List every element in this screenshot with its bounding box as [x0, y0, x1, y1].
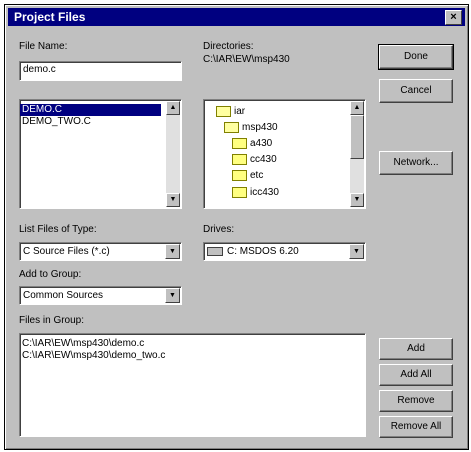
folder-icon: [232, 138, 247, 149]
group-value: Common Sources: [23, 290, 104, 301]
window-title: Project Files: [14, 10, 86, 24]
files-listbox[interactable]: DEMO.C DEMO_TWO.C ▲ ▼: [19, 99, 182, 209]
dir-item-label: iar: [234, 106, 246, 118]
dir-item[interactable]: a430: [232, 138, 272, 149]
dir-item-label: a430: [250, 138, 273, 150]
add-button-label: Add: [407, 343, 425, 354]
add-to-group-label: Add to Group:: [19, 269, 82, 280]
add-to-group-select[interactable]: Common Sources ▼: [19, 286, 182, 305]
remove-all-button[interactable]: Remove All: [379, 416, 453, 438]
open-folder-icon: [224, 122, 239, 133]
dir-item-label: cc430: [250, 154, 277, 166]
network-button-label: Network...: [393, 157, 439, 168]
directory-tree[interactable]: iar msp430 a430 cc430 etc icc430 ▲ ▼: [203, 99, 366, 209]
drives-label: Drives:: [203, 224, 235, 235]
close-button[interactable]: ×: [445, 10, 462, 25]
drive-value: C: MSDOS 6.20: [227, 246, 299, 257]
files-in-group-label: Files in Group:: [19, 315, 85, 326]
group-file-item[interactable]: C:\IAR\EW\msp430\demo.c: [20, 338, 365, 350]
dir-item-label: msp430: [242, 122, 278, 134]
title-bar[interactable]: Project Files ×: [8, 8, 465, 26]
dir-item-label: etc: [250, 170, 264, 182]
add-button[interactable]: Add: [379, 338, 453, 360]
remove-all-button-label: Remove All: [390, 421, 442, 432]
file-type-value: C Source Files (*.c): [23, 246, 110, 257]
dir-item-label: icc430: [250, 187, 279, 199]
done-button-label: Done: [404, 51, 428, 62]
scroll-thumb[interactable]: [350, 115, 364, 159]
directories-label: Directories:: [203, 41, 254, 52]
file-type-select[interactable]: C Source Files (*.c) ▼: [19, 242, 182, 261]
directory-scrollbar[interactable]: ▲ ▼: [350, 101, 364, 207]
file-name-input[interactable]: demo.c: [19, 61, 182, 81]
chevron-down-icon[interactable]: ▼: [165, 244, 180, 259]
scroll-down-arrow-icon[interactable]: ▼: [166, 193, 180, 207]
drives-select[interactable]: C: MSDOS 6.20 ▼: [203, 242, 366, 261]
list-files-type-label: List Files of Type:: [19, 224, 97, 235]
chevron-down-icon[interactable]: ▼: [165, 288, 180, 303]
drive-icon: [207, 246, 223, 256]
chevron-down-icon[interactable]: ▼: [349, 244, 364, 259]
dir-item[interactable]: iar: [216, 106, 245, 117]
cancel-button[interactable]: Cancel: [379, 79, 453, 103]
file-name-value: demo.c: [23, 64, 56, 75]
dir-item[interactable]: icc430: [232, 187, 279, 198]
group-file-item[interactable]: C:\IAR\EW\msp430\demo_two.c: [20, 350, 365, 362]
folder-icon: [232, 187, 247, 198]
dir-item[interactable]: msp430: [224, 122, 278, 133]
add-all-button-label: Add All: [400, 369, 432, 380]
file-list-item[interactable]: DEMO.C: [20, 104, 161, 116]
folder-icon: [232, 154, 247, 165]
dir-item[interactable]: etc: [232, 170, 263, 181]
cancel-button-label: Cancel: [400, 85, 432, 96]
scroll-down-arrow-icon[interactable]: ▼: [350, 193, 364, 207]
add-all-button[interactable]: Add All: [379, 364, 453, 386]
scroll-up-arrow-icon[interactable]: ▲: [166, 101, 180, 115]
file-name-label: File Name:: [19, 41, 68, 52]
project-files-dialog: Project Files × File Name: demo.c Direct…: [4, 4, 469, 450]
remove-button-label: Remove: [397, 395, 435, 406]
drive-value-wrapper: C: MSDOS 6.20: [207, 246, 299, 257]
dir-item[interactable]: cc430: [232, 154, 277, 165]
current-directory-path: C:\IAR\EW\msp430: [203, 54, 290, 65]
remove-button[interactable]: Remove: [379, 390, 453, 412]
files-scrollbar[interactable]: ▲ ▼: [166, 101, 180, 207]
done-button[interactable]: Done: [378, 44, 454, 70]
files-in-group-listbox[interactable]: C:\IAR\EW\msp430\demo.c C:\IAR\EW\msp430…: [19, 333, 366, 437]
open-folder-icon: [216, 106, 231, 117]
network-button[interactable]: Network...: [379, 151, 453, 175]
scroll-up-arrow-icon[interactable]: ▲: [350, 101, 364, 115]
file-list-item[interactable]: DEMO_TWO.C: [20, 116, 181, 128]
folder-icon: [232, 170, 247, 181]
